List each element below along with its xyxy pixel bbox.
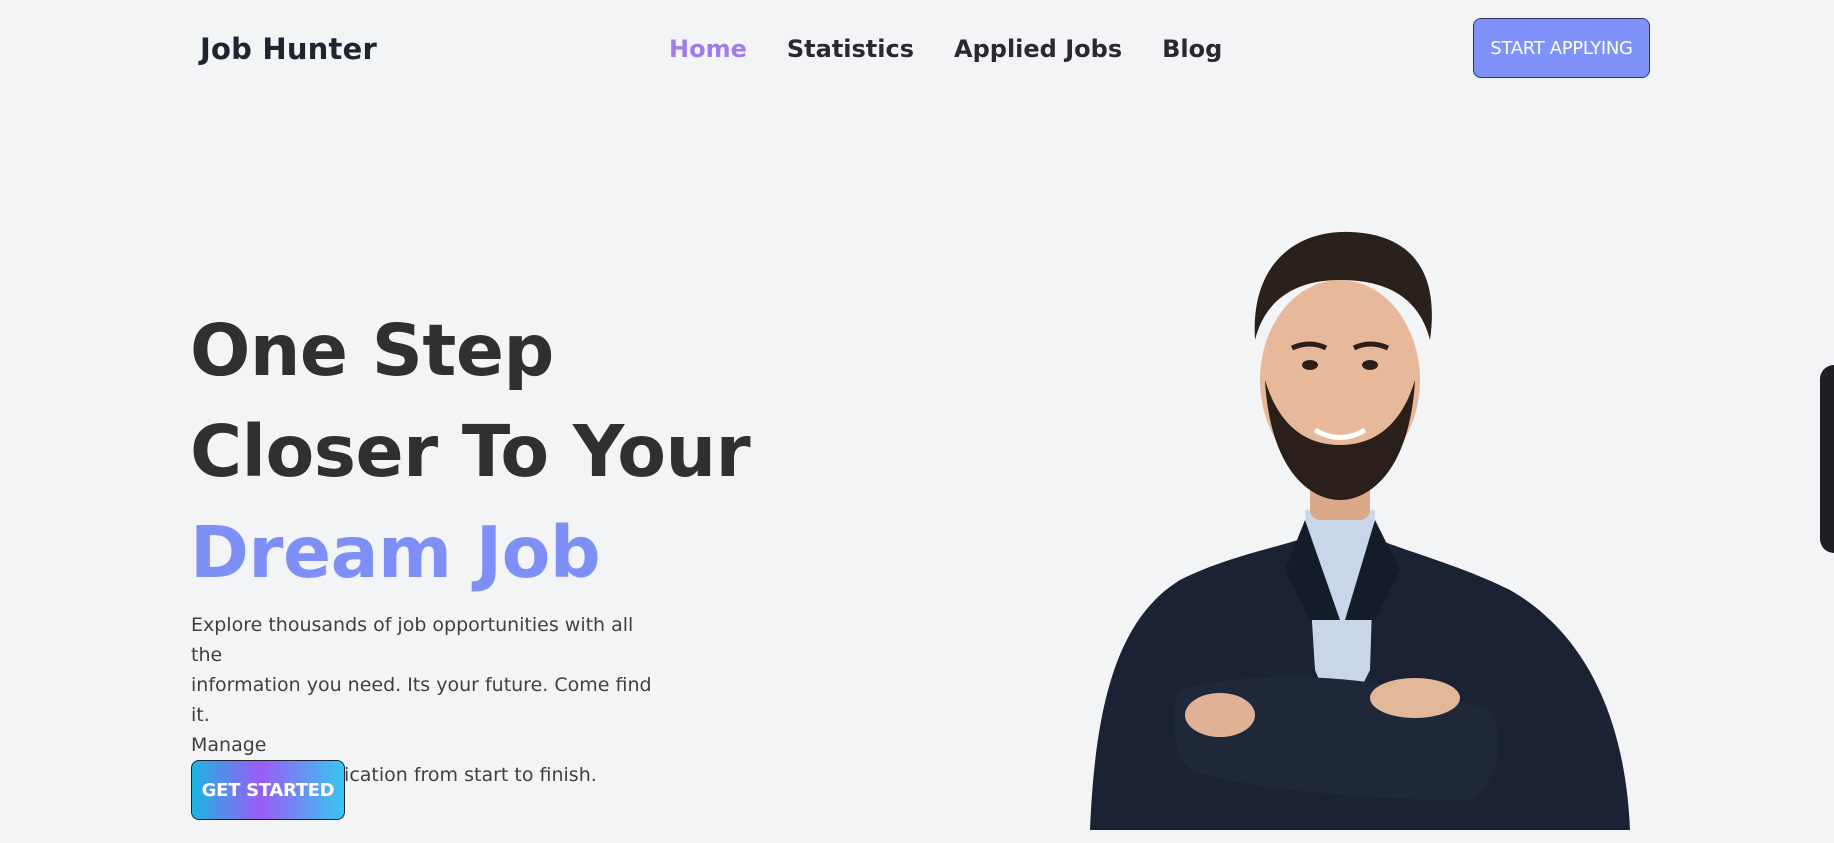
get-started-button[interactable]: GET STARTED — [191, 760, 345, 820]
hero-title-line-1: One Step — [190, 309, 554, 392]
main-nav: Home Statistics Applied Jobs Blog — [669, 35, 1222, 63]
hero-description-line: Manage — [191, 734, 267, 756]
hero-title-line-2: Closer To Your — [190, 410, 751, 493]
start-applying-button[interactable]: START APPLYING — [1473, 18, 1650, 78]
nav-link-applied-jobs[interactable]: Applied Jobs — [954, 35, 1122, 63]
nav-link-statistics[interactable]: Statistics — [787, 35, 914, 63]
nav-link-blog[interactable]: Blog — [1162, 35, 1222, 63]
hero-title-accent: Dream Job — [190, 511, 601, 594]
person-photo — [1090, 231, 1630, 830]
navbar: Job Hunter Home Statistics Applied Jobs … — [0, 0, 1834, 100]
nav-link-home[interactable]: Home — [669, 35, 747, 63]
site-logo[interactable]: Job Hunter — [200, 32, 377, 66]
hero-title: One Step Closer To Your Dream Job — [190, 300, 751, 603]
hero-description-line: information you need. Its your future. C… — [191, 674, 652, 726]
side-tab[interactable] — [1820, 365, 1834, 553]
hero-description-line: Explore thousands of job opportunities w… — [191, 614, 634, 666]
